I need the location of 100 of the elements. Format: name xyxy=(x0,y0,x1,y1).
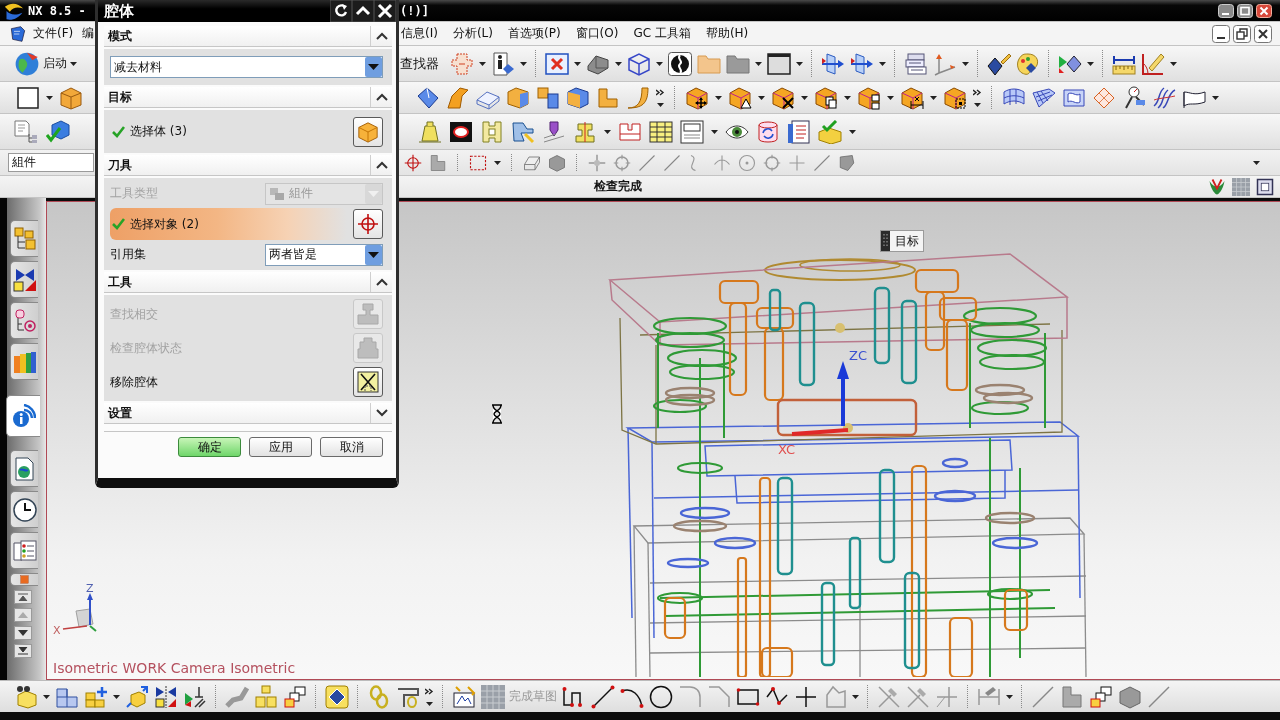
action-button[interactable] xyxy=(353,367,383,397)
dropdown-arrow-icon[interactable] xyxy=(1006,694,1013,699)
dropdown-arrow-icon[interactable] xyxy=(852,694,859,699)
dropdown-arrow-icon[interactable] xyxy=(962,61,969,66)
wireframe-cube-icon[interactable] xyxy=(627,51,651,76)
dashed-rectangle-icon[interactable] xyxy=(469,153,487,172)
maximize-icon[interactable] xyxy=(1237,3,1253,18)
command-finder-label[interactable]: 查找器 xyxy=(400,54,439,73)
mirror-icon[interactable] xyxy=(154,684,178,709)
dropdown-arrow-icon[interactable] xyxy=(520,61,527,66)
restore-icon[interactable] xyxy=(1233,24,1251,43)
close-icon[interactable] xyxy=(1254,24,1272,43)
close-icon[interactable] xyxy=(1256,3,1272,18)
info-signal-icon[interactable] xyxy=(11,404,36,428)
pentagon-icon[interactable] xyxy=(838,153,856,172)
diamond-pencil-icon[interactable] xyxy=(987,51,1011,76)
minimize-icon[interactable] xyxy=(1212,24,1230,43)
crosshair-icon[interactable] xyxy=(404,153,422,172)
dropdown-arrow-icon[interactable] xyxy=(656,61,663,66)
dropdown-arrow-icon[interactable] xyxy=(604,129,611,134)
plus-icon[interactable] xyxy=(794,684,818,709)
menu-item[interactable]: 信息(I) xyxy=(399,25,440,42)
hexagon-icon[interactable] xyxy=(548,153,566,172)
v-logo-icon[interactable] xyxy=(1208,177,1226,196)
dropdown-arrow-icon[interactable] xyxy=(844,95,851,100)
wedge-icon[interactable] xyxy=(523,153,541,172)
menu-item[interactable]: 帮助(H) xyxy=(703,25,751,42)
minimize-icon[interactable] xyxy=(1218,3,1234,18)
cube-triangle-icon[interactable] xyxy=(728,85,752,110)
selection-step[interactable]: 选择体 (3) xyxy=(110,115,347,148)
select-tool-button[interactable] xyxy=(353,209,383,239)
hexagon-icon[interactable] xyxy=(1118,684,1142,709)
dropdown-arrow-icon[interactable] xyxy=(1170,61,1177,66)
close-icon[interactable] xyxy=(374,0,396,22)
menu-item[interactable]: 首选项(P) xyxy=(505,25,563,42)
dropdown-field[interactable]: 两者皆是 xyxy=(265,243,383,266)
l-shape-icon[interactable] xyxy=(1060,684,1084,709)
cube-copy-icon[interactable] xyxy=(814,85,838,110)
dropdown-arrow-icon[interactable] xyxy=(849,129,856,134)
frame-square-icon[interactable] xyxy=(1256,177,1274,196)
menu-item[interactable]: 窗口(O) xyxy=(573,25,621,42)
document-list-icon[interactable] xyxy=(787,119,811,144)
dialog-button[interactable]: 确定 xyxy=(178,437,241,457)
overflow-chevron-icon[interactable] xyxy=(425,687,434,706)
overflow-chevron-icon[interactable] xyxy=(656,88,665,107)
l-shape-icon[interactable] xyxy=(429,153,447,172)
info-icon[interactable] xyxy=(491,51,515,76)
dropdown-field[interactable]: 减去材料 xyxy=(110,56,383,78)
dropdown-arrow-icon[interactable] xyxy=(113,694,120,699)
dropdown-arrow-icon[interactable] xyxy=(574,61,581,66)
dropdown-arrow-icon[interactable] xyxy=(479,61,486,66)
block-icon[interactable] xyxy=(59,85,83,110)
stacked-sheets-icon[interactable] xyxy=(904,51,928,76)
cube-dimension-icon[interactable] xyxy=(900,85,924,110)
resource-tab[interactable] xyxy=(10,491,38,528)
arrow-lines-icon[interactable] xyxy=(183,684,207,709)
circle-icon[interactable] xyxy=(649,684,673,709)
split-block-icon[interactable] xyxy=(566,85,590,110)
part-tree-icon[interactable] xyxy=(12,308,37,333)
start-button[interactable]: 启动 xyxy=(14,49,77,78)
overflow-chevron-icon[interactable] xyxy=(973,88,982,107)
dropdown-arrow-icon[interactable] xyxy=(879,61,886,66)
i-beam-icon[interactable] xyxy=(573,119,597,144)
scroll-button[interactable] xyxy=(14,644,32,658)
ring-block-icon[interactable] xyxy=(449,119,473,144)
dropdown-arrow-icon[interactable] xyxy=(887,95,894,100)
frame-icon[interactable] xyxy=(480,119,504,144)
cube-check-icon[interactable] xyxy=(46,119,70,144)
cylinder-icon[interactable] xyxy=(756,119,780,144)
constraint-icon[interactable] xyxy=(12,267,37,292)
dialog-button[interactable]: 取消 xyxy=(320,437,383,457)
mesh-diamond-icon[interactable] xyxy=(1092,85,1116,110)
dropdown-arrow-icon[interactable] xyxy=(615,61,622,66)
grid-surface-icon[interactable] xyxy=(1032,85,1056,110)
globe-icon[interactable] xyxy=(14,50,40,77)
scroll-button[interactable] xyxy=(14,590,32,604)
palette-icon[interactable] xyxy=(1016,51,1040,76)
box-check-icon[interactable] xyxy=(818,119,842,144)
angle-ruler-icon[interactable] xyxy=(1141,51,1165,76)
dropdown-arrow-icon[interactable] xyxy=(755,61,762,66)
selection-filter-field[interactable]: 組件 xyxy=(8,153,94,172)
menu-item[interactable]: 文件(F) xyxy=(31,25,76,42)
dropdown-arrow-icon[interactable] xyxy=(796,61,803,66)
dropdown-arrow-icon[interactable] xyxy=(1087,61,1094,66)
stacked-squares-icon[interactable] xyxy=(1089,684,1113,709)
fit-view-icon[interactable] xyxy=(545,51,569,76)
cube-frame-icon[interactable] xyxy=(943,85,967,110)
split-block-icon[interactable] xyxy=(506,85,530,110)
dialog-button[interactable]: 应用 xyxy=(249,437,312,457)
reset-icon[interactable] xyxy=(330,0,352,22)
cross-dot-icon[interactable] xyxy=(588,153,606,172)
dropdown-arrow-icon[interactable] xyxy=(46,95,53,100)
binocular-cube-icon[interactable] xyxy=(14,684,38,709)
dropdown-arrow-icon[interactable] xyxy=(715,95,722,100)
document-icon[interactable] xyxy=(10,25,26,42)
menu-item[interactable]: GC 工具箱 xyxy=(631,25,693,42)
books-icon[interactable] xyxy=(12,349,37,374)
drill-icon[interactable] xyxy=(542,119,566,144)
dropdown-arrow-icon[interactable] xyxy=(70,61,77,66)
shape-pencil-icon[interactable] xyxy=(511,119,535,144)
